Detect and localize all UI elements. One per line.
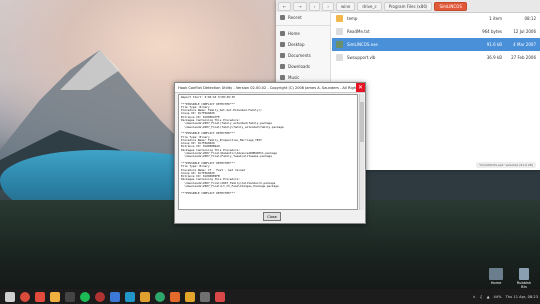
file-size: 1 item bbox=[489, 16, 502, 21]
sidebar-item-home[interactable]: Home bbox=[276, 28, 330, 39]
file-name: temp bbox=[347, 16, 358, 21]
desktop-icon bbox=[280, 42, 285, 47]
breadcrumb-item[interactable]: Program Files (x86) bbox=[383, 1, 433, 11]
dialog-titlebar[interactable]: Hook Conflict Detection Utility - Versio… bbox=[175, 83, 365, 93]
file-name: Swsupport.vlb bbox=[347, 55, 376, 60]
tray-item[interactable]: 44% bbox=[494, 295, 502, 299]
trash-icon bbox=[519, 268, 529, 280]
scrollbar-thumb[interactable] bbox=[360, 102, 364, 142]
store-icon[interactable] bbox=[185, 291, 195, 302]
file-row[interactable]: ReadMe.txt 964 bytes 12 Jul 2006 bbox=[332, 25, 540, 38]
gmail-icon[interactable] bbox=[35, 291, 45, 302]
sidebar-item-downloads[interactable]: Downloads bbox=[276, 61, 330, 72]
taskbar: ∨ ♫ ▲ 44% Thu 11 Apr, 08:23 bbox=[0, 289, 540, 304]
file-icon bbox=[336, 15, 343, 22]
file-size: 36.9 kB bbox=[486, 55, 502, 60]
tray-item[interactable]: ♫ bbox=[480, 295, 483, 299]
file-row[interactable]: SimLINCOS.exe 91.6 kB 4 Mar 2007 bbox=[332, 38, 540, 51]
file-date: 27 Feb 2006 bbox=[511, 55, 536, 60]
nav-button[interactable]: ‹ bbox=[308, 1, 321, 11]
calendar-icon[interactable] bbox=[110, 291, 120, 302]
desktop-icon-label: Rubbish Bin bbox=[516, 281, 532, 289]
close-button[interactable]: Close bbox=[263, 212, 281, 221]
game-icon[interactable] bbox=[200, 291, 210, 302]
sidebar-item-label: Desktop bbox=[288, 42, 305, 47]
wine-icon[interactable] bbox=[95, 291, 105, 302]
tray-item[interactable]: ▲ bbox=[487, 295, 490, 299]
dialog-title: Hook Conflict Detection Utility - Versio… bbox=[178, 85, 356, 90]
home-icon bbox=[280, 31, 285, 36]
file-icon bbox=[336, 54, 343, 61]
file-name: ReadMe.txt bbox=[347, 29, 370, 34]
close-icon[interactable]: ✕ bbox=[356, 83, 365, 92]
sidebar-item-label: Downloads bbox=[288, 64, 310, 69]
file-date: 12 Jul 2006 bbox=[513, 29, 536, 34]
file-row[interactable]: Swsupport.vlb 36.9 kB 27 Feb 2006 bbox=[332, 51, 540, 64]
sidebar-item-label: Home bbox=[288, 31, 300, 36]
file-date: 4 Mar 2007 bbox=[513, 42, 536, 47]
spotify-icon[interactable] bbox=[80, 291, 90, 302]
sidebar-item-label: Documents bbox=[288, 53, 311, 58]
document-icon bbox=[280, 53, 285, 58]
desktop-icon-label: Home bbox=[490, 281, 502, 285]
chrome-icon[interactable] bbox=[20, 291, 30, 302]
tray-item[interactable]: ∨ bbox=[473, 295, 476, 299]
home-folder-icon bbox=[489, 268, 503, 280]
player-icon[interactable] bbox=[155, 291, 165, 302]
clock-icon bbox=[280, 15, 285, 20]
hook-conflict-dialog: Hook Conflict Detection Utility - Versio… bbox=[174, 82, 366, 224]
sidebar-item-label: Music bbox=[288, 75, 300, 80]
nav-button[interactable]: › bbox=[322, 1, 334, 11]
file-icon bbox=[336, 28, 343, 35]
app-icon[interactable] bbox=[170, 291, 180, 302]
terminal-icon[interactable] bbox=[65, 291, 75, 302]
scrollbar[interactable] bbox=[359, 94, 364, 210]
report-line: ***POSSIBLE CONFLICT DETECTED*** bbox=[181, 190, 235, 195]
files-icon[interactable] bbox=[50, 291, 60, 302]
clock[interactable]: Thu 11 Apr, 08:23 bbox=[506, 295, 538, 299]
file-size: 91.6 kB bbox=[486, 42, 502, 47]
file-size: 964 bytes bbox=[482, 29, 502, 34]
nav-button[interactable]: → bbox=[293, 1, 307, 11]
status-text: "SimLINCOS.exe" selected (91.6 kB) bbox=[475, 162, 536, 168]
menu-icon[interactable] bbox=[5, 291, 15, 302]
sims-icon[interactable] bbox=[215, 291, 225, 302]
file-row[interactable]: temp 1 item 08:12 bbox=[332, 12, 540, 25]
nav-button[interactable]: ← bbox=[278, 1, 292, 11]
music-icon bbox=[280, 75, 285, 80]
sidebar-divider bbox=[276, 25, 330, 26]
system-tray: ∨ ♫ ▲ 44% Thu 11 Apr, 08:23 bbox=[469, 289, 538, 304]
report-textarea[interactable]: Report Start: 9:04:10 9:08:29:30 ***POSSI… bbox=[178, 94, 358, 210]
sidebar-item-recent[interactable]: Recent bbox=[276, 12, 330, 23]
file-icon bbox=[336, 41, 343, 48]
desktop-icon-rubbish-bin[interactable]: Rubbish Bin bbox=[514, 268, 534, 289]
desktop-icon-home[interactable]: Home bbox=[486, 268, 506, 285]
breadcrumb-item[interactable]: drive_c bbox=[357, 1, 382, 11]
sidebar-item-label: Recent bbox=[288, 15, 302, 20]
file-date: 08:12 bbox=[524, 16, 536, 21]
folder-icon[interactable] bbox=[140, 291, 150, 302]
download-icon bbox=[280, 64, 285, 69]
sidebar-item-desktop[interactable]: Desktop bbox=[276, 39, 330, 50]
breadcrumb-item[interactable]: wine bbox=[335, 1, 356, 11]
file-name: SimLINCOS.exe bbox=[347, 42, 378, 47]
ps-icon[interactable] bbox=[125, 291, 135, 302]
sidebar-item-documents[interactable]: Documents bbox=[276, 50, 330, 61]
breadcrumb-item[interactable]: SimLINCOS bbox=[434, 1, 467, 11]
